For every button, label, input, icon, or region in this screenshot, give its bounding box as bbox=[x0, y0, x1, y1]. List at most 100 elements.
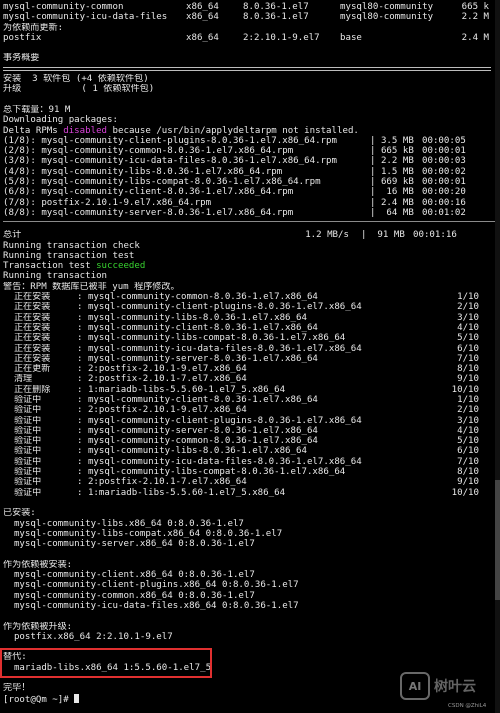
installed-item: mysql-community-libs-compat.x86_64 0:8.0… bbox=[3, 528, 283, 539]
step-package: : 2:postfix-2.10.1-9.el7.x86_64 bbox=[77, 364, 247, 375]
installed-item: mysql-community-server.x86_64 0:8.0.36-1… bbox=[3, 539, 255, 550]
step-package: : 2:postfix-2.10.1-9.el7.x86_64 bbox=[77, 405, 247, 416]
rpm-warning: 警告：RPM 数据库已被非 yum 程序修改。 bbox=[3, 281, 180, 292]
package-arch: x86_64 bbox=[186, 12, 219, 23]
package-size: 665 k bbox=[461, 2, 489, 12]
package-version: 8.0.36-1.el7 bbox=[243, 12, 309, 23]
download-list: (1/8): mysql-community-client-plugins-8.… bbox=[3, 136, 495, 218]
transaction-step: 正在安装: mysql-community-common-8.0.36-1.el… bbox=[3, 292, 495, 302]
step-package: : 1:mariadb-libs-5.5.60-1.el7_5.x86_64 bbox=[77, 487, 286, 498]
package-size: 2.4 M bbox=[461, 32, 489, 43]
package-arch: x86_64 bbox=[186, 32, 219, 43]
transaction-step: 正在删除: 1:mariadb-libs-5.5.60-1.el7_5.x86_… bbox=[3, 385, 495, 395]
step-count: 2/10 bbox=[457, 405, 479, 416]
package-repo: mysql80-community bbox=[340, 2, 434, 12]
update-deps-title: 为依赖而更新: bbox=[3, 22, 64, 33]
download-row: (2/8): mysql-community-common-8.0.36-1.e… bbox=[3, 146, 495, 156]
delta-rpms-line: Delta RPMs disabled because /usr/bin/app… bbox=[3, 126, 495, 136]
step-action: 验证中 bbox=[3, 487, 42, 498]
step-action: 验证中 bbox=[3, 405, 42, 416]
download-size: | 665 kB bbox=[370, 146, 414, 157]
step-count: 9/10 bbox=[457, 477, 479, 488]
step-action: 正在安装 bbox=[3, 343, 51, 354]
download-file: (2/8): mysql-community-common-8.0.36-1.e… bbox=[3, 146, 294, 157]
transaction-step: 正在安装: mysql-community-libs-8.0.36-1.el7.… bbox=[3, 313, 495, 323]
total-size: | 91 MB bbox=[361, 230, 405, 241]
step-count: 1/10 bbox=[457, 394, 479, 405]
download-row: (7/8): postfix-2.10.1-9.el7.x86_64.rpm | … bbox=[3, 198, 495, 208]
total-download: 总下载量：91 M bbox=[3, 104, 71, 115]
install-summary: 安装 3 软件包 (+4 依赖软件包) bbox=[3, 74, 149, 85]
download-file: (8/8): mysql-community-server-8.0.36-1.e… bbox=[3, 207, 294, 218]
downloading-label: Downloading packages: bbox=[3, 115, 118, 126]
scrollbar[interactable] bbox=[495, 0, 500, 713]
download-file: (4/8): mysql-community-libs-8.0.36-1.el7… bbox=[3, 166, 283, 177]
step-action: 正在安装 bbox=[3, 333, 51, 344]
step-package: : mysql-community-client-plugins-8.0.36-… bbox=[77, 415, 362, 426]
step-count: 3/10 bbox=[457, 312, 479, 323]
package-size: 2.2 M bbox=[461, 12, 489, 23]
watermark-text: 树叶云 bbox=[434, 679, 476, 695]
scroll-thumb[interactable] bbox=[495, 480, 500, 600]
package-row: mysql-community-icu-data-files x86_64 8.0.… bbox=[3, 12, 495, 22]
step-action: 正在安装 bbox=[3, 322, 51, 333]
step-count: 4/10 bbox=[457, 425, 479, 436]
package-name: mysql-community-icu-data-files bbox=[3, 12, 168, 23]
download-time: 00:00:03 bbox=[422, 156, 466, 167]
transaction-step: 正在安装: mysql-community-server-8.0.36-1.el… bbox=[3, 354, 495, 364]
step-action: 正在安装 bbox=[3, 353, 51, 364]
step-action: 验证中 bbox=[3, 467, 42, 478]
step-package: : 1:mariadb-libs-5.5.60-1.el7_5.x86_64 bbox=[77, 384, 286, 395]
download-time: 00:00:05 bbox=[422, 135, 466, 146]
download-time: 00:00:20 bbox=[422, 187, 466, 198]
step-action: 验证中 bbox=[3, 446, 42, 457]
step-package: : mysql-community-server-8.0.36-1.el7.x8… bbox=[77, 425, 318, 436]
step-action: 正在安装 bbox=[3, 292, 51, 303]
step-count: 5/10 bbox=[457, 333, 479, 344]
prompt-text: [root@Qm ~]# bbox=[3, 694, 75, 704]
step-count: 8/10 bbox=[457, 364, 479, 375]
terminal-output: mysql-community-common x86_64 8.0.36-1.el7… bbox=[3, 2, 495, 704]
step-package: : mysql-community-libs-8.0.36-1.el7.x86_… bbox=[77, 312, 307, 323]
step-package: : mysql-community-icu-data-files-8.0.36-… bbox=[77, 456, 362, 467]
step-action: 正在安装 bbox=[3, 302, 51, 313]
step-package: : 2:postfix-2.10.1-7.el7.x86_64 bbox=[77, 374, 247, 385]
step-count: 3/10 bbox=[457, 415, 479, 426]
download-file: (1/8): mysql-community-client-plugins-8.… bbox=[3, 135, 337, 146]
delta-prefix: Delta RPMs bbox=[3, 125, 64, 136]
download-row: (5/8): mysql-community-libs-compat-8.0.3… bbox=[3, 177, 495, 187]
package-repo: mysql80-community bbox=[340, 12, 434, 23]
download-time: 00:01:02 bbox=[422, 207, 466, 218]
download-time: 00:00:16 bbox=[422, 197, 466, 208]
step-count: 10/10 bbox=[451, 487, 479, 498]
transaction-step: 正在安装: mysql-community-client-plugins-8.0… bbox=[3, 302, 495, 312]
dep-upgraded-title: 作为依赖被升级: bbox=[3, 621, 73, 632]
download-size: | 1.5 MB bbox=[370, 166, 414, 177]
installed-item: mysql-community-libs.x86_64 0:8.0.36-1.e… bbox=[3, 518, 244, 529]
tx-test-prefix: Transaction test bbox=[3, 261, 97, 272]
download-file: (5/8): mysql-community-libs-compat-8.0.3… bbox=[3, 177, 321, 188]
step-action: 验证中 bbox=[3, 415, 42, 426]
download-size: | 3.5 MB bbox=[370, 135, 414, 146]
transaction-step: 验证中 : 2:postfix-2.10.1-9.el7.x86_64 2/10 bbox=[3, 405, 495, 415]
step-action: 验证中 bbox=[3, 456, 42, 467]
transaction-step: 验证中 : 1:mariadb-libs-5.5.60-1.el7_5.x86_6… bbox=[3, 488, 495, 498]
transaction-step: 正在安装: mysql-community-client-8.0.36-1.el… bbox=[3, 323, 495, 333]
package-name: postfix bbox=[3, 32, 42, 43]
replaced-highlight-box bbox=[0, 648, 212, 678]
package-repo: base bbox=[340, 32, 362, 43]
summary-title: 事务概要 bbox=[3, 53, 40, 64]
text-cursor bbox=[74, 693, 80, 703]
download-row: (8/8): mysql-community-server-8.0.36-1.e… bbox=[3, 208, 495, 218]
upgrade-summary: 升级 ( 1 依赖软件包) bbox=[3, 84, 155, 95]
download-size: | 2.4 MB bbox=[370, 197, 414, 208]
transaction-step: 验证中 : mysql-community-icu-data-files-8.0.… bbox=[3, 457, 495, 467]
dep-installed-item: mysql-community-common.x86_64 0:8.0.36-1… bbox=[3, 590, 255, 601]
transaction-step: 清理: 2:postfix-2.10.1-7.el7.x86_64 9/10 bbox=[3, 374, 495, 384]
dep-installed-item: mysql-community-client.x86_64 0:8.0.36-1… bbox=[3, 570, 255, 581]
step-package: : mysql-community-libs-compat-8.0.36-1.e… bbox=[77, 467, 346, 478]
total-line: 总计 1.2 MB/s | 91 MB 00:01:16 bbox=[3, 230, 495, 240]
package-table-updates: postfix x86_64 2:2.10.1-9.el7 base 2.4 M bbox=[3, 33, 495, 43]
transaction-step: 正在安装: mysql-community-icu-data-files-8.0… bbox=[3, 344, 495, 354]
download-row: (4/8): mysql-community-libs-8.0.36-1.el7… bbox=[3, 167, 495, 177]
